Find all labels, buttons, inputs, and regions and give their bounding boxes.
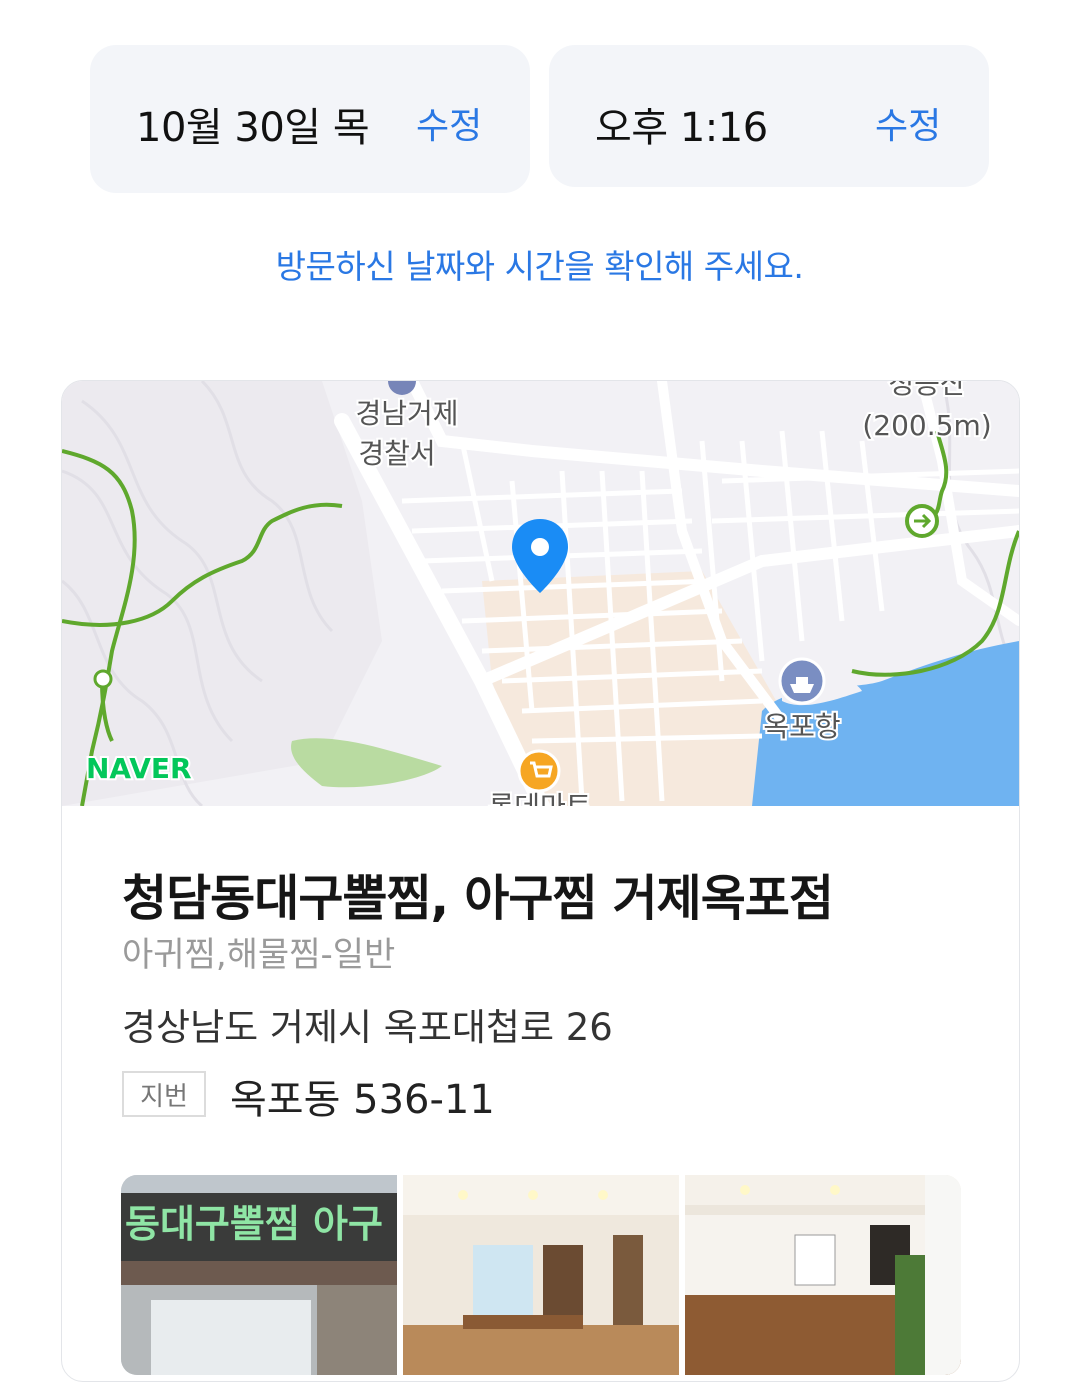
- map-label-mountain-line2: (200.5m): [862, 409, 991, 442]
- visit-notice: 방문하신 날짜와 시간을 확인해 주세요.: [275, 247, 804, 286]
- place-address: 경상남도 거제시 옥포대첩로 26: [122, 1006, 613, 1049]
- edit-time-button[interactable]: 수정: [875, 97, 941, 149]
- jibun-tag: 지번: [122, 1071, 206, 1117]
- photo-interior-1[interactable]: [403, 1175, 679, 1375]
- map-label-port: 옥포항: [763, 710, 840, 743]
- place-card: 경남거제 경찰서 청등산 (200.5m) 옥포항 롯데마트 NAVER 청담동…: [61, 380, 1020, 1382]
- storefront-sign-text: 동대구뽈찜 아구: [125, 1202, 383, 1246]
- edit-date-button[interactable]: 수정: [416, 97, 482, 149]
- visit-date: 10월 30일 목: [136, 105, 370, 151]
- photo-interior-2[interactable]: [685, 1175, 961, 1375]
- visit-date-box: 10월 30일 목 수정: [90, 45, 530, 193]
- visit-time-box: 오후 1:16 수정: [549, 45, 989, 187]
- map-label-police-line2: 경찰서: [358, 437, 435, 470]
- naver-logo: NAVER: [86, 752, 192, 785]
- jibun-address: 옥포동 536-11: [230, 1077, 495, 1123]
- place-category: 아귀찜,해물찜-일반: [122, 935, 396, 975]
- map-label-mountain-line1: 청등산: [888, 381, 965, 400]
- photo-strip: 동대구뽈찜 아구: [121, 1175, 961, 1375]
- map-label-police-line1: 경남거제: [355, 397, 458, 430]
- map-view[interactable]: 경남거제 경찰서 청등산 (200.5m) 옥포항 롯데마트 NAVER: [62, 381, 1019, 806]
- photo-storefront[interactable]: 동대구뽈찜 아구: [121, 1175, 397, 1375]
- visit-time: 오후 1:16: [595, 105, 768, 151]
- place-name[interactable]: 청담동대구뽈찜, 아구찜 거제옥포점: [122, 859, 834, 930]
- map-label-poi: 롯데마트: [488, 790, 591, 806]
